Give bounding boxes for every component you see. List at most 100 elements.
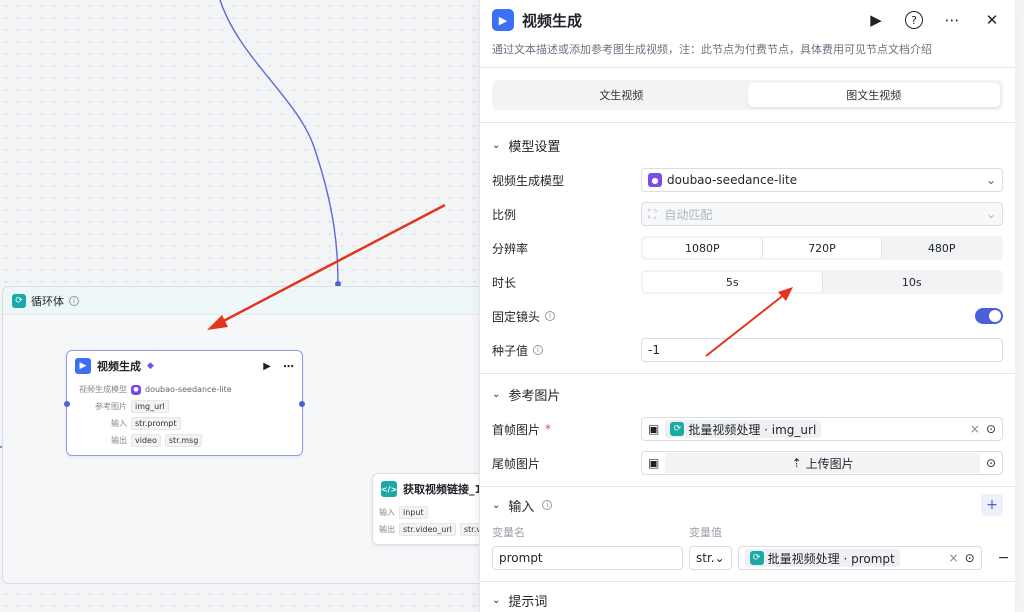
run-node-icon[interactable]: ▶ (263, 361, 271, 372)
model-icon: ● (648, 173, 662, 187)
fixed-camera-toggle[interactable] (975, 308, 1003, 324)
field-label: 固定镜头 (492, 309, 541, 324)
resolution-option[interactable]: 720P (762, 238, 883, 258)
ratio-select[interactable]: ⛶ 自动匹配 ⌄ (641, 202, 1003, 226)
mode-tabs: 文生视频 图文生视频 (492, 80, 1003, 110)
upload-icon: ⇡ (791, 456, 802, 470)
field-label: 比例 (492, 207, 517, 222)
section-title: 参考图片 (508, 388, 561, 404)
seed-input[interactable]: -1 (641, 338, 1003, 362)
clear-icon[interactable]: × (970, 422, 980, 436)
duration-option[interactable]: 5s (643, 272, 823, 292)
target-icon[interactable]: ⊙ (986, 456, 996, 470)
run-icon[interactable]: ▶ (865, 9, 887, 31)
field-label: 种子值 (492, 343, 529, 358)
section-title: 模型设置 (508, 139, 561, 155)
column-label: 变量值 (689, 526, 722, 539)
chevron-down-icon[interactable]: ⌄ (492, 140, 500, 151)
variable-ref: ⟳ 批量视频处理 · img_url (665, 420, 822, 438)
video-icon: ▶ (75, 358, 91, 374)
row-value: str.video_url (399, 523, 456, 536)
info-icon[interactable]: i (533, 345, 544, 355)
panel-description: 通过文本描述或添加参考图生成视频，注：此节点为付费节点，具体费用可见节点文档介绍 (480, 40, 1015, 68)
variable-ref: ⟳ 批量视频处理 · prompt (744, 549, 900, 567)
field-label: 视频生成模型 (492, 173, 565, 188)
output-port[interactable] (299, 401, 305, 407)
variable-ref-label: 批量视频处理 · img_url (688, 422, 817, 437)
first-frame-field[interactable]: ▣ ⟳ 批量视频处理 · img_url × ⊙ (641, 417, 1003, 441)
clear-icon[interactable]: × (949, 551, 959, 565)
loop-title: 循环体 (31, 294, 64, 308)
field-label: 尾帧图片 (492, 456, 541, 471)
get-video-link-node[interactable]: </> 获取视频链接_1 输入 input 输出 str.video_url s… (372, 473, 492, 545)
premium-badge-icon: ◆ (147, 361, 154, 371)
required-mark: * (545, 422, 552, 436)
row-value: img_url (131, 400, 169, 413)
upload-button[interactable]: ⇡ 上传图片 (665, 453, 980, 473)
row-label: 输入 (111, 419, 127, 428)
chevron-down-icon[interactable]: ⌄ (492, 500, 500, 511)
add-input-button[interactable]: + (981, 494, 1003, 516)
video-icon: ▶ (492, 9, 514, 31)
type-value: str. (696, 551, 715, 565)
row-label: 参考图片 (95, 402, 127, 411)
help-icon[interactable]: ? (905, 11, 923, 29)
row-label: 视频生成模型 (79, 385, 127, 394)
row-label: 输入 (379, 508, 395, 517)
info-icon[interactable]: i (545, 311, 556, 321)
chevron-down-icon: ⌄ (985, 207, 996, 221)
column-label: 变量名 (492, 526, 525, 539)
close-icon[interactable]: ✕ (981, 9, 1003, 31)
loop-icon: ⟳ (670, 422, 685, 436)
target-icon[interactable]: ⊙ (965, 551, 975, 565)
field-label: 分辨率 (492, 241, 529, 256)
section-title: 输入 (508, 499, 535, 515)
row-value: doubao-seedance-lite (145, 385, 232, 394)
target-icon[interactable]: ⊙ (986, 422, 996, 436)
resolution-option[interactable]: 480P (882, 238, 1001, 258)
tab-image-text-to-video[interactable]: 图文生视频 (747, 83, 1000, 107)
model-value: doubao-seedance-lite (667, 173, 798, 187)
expand-icon: ⛶ (648, 206, 657, 221)
info-icon[interactable]: i (69, 295, 79, 306)
video-generation-node[interactable]: ▶ 视频生成 ◆ ▶ ⋯ 视频生成模型 ● doubao-seedance-li… (64, 350, 305, 456)
row-value: video (131, 434, 161, 447)
node-title: 视频生成 (97, 360, 141, 373)
type-select[interactable]: str. ⌄ (689, 546, 732, 570)
row-label: 输出 (111, 436, 127, 445)
variable-name-input[interactable]: prompt (492, 546, 683, 570)
variable-ref-label: 批量视频处理 · prompt (767, 551, 895, 566)
loop-icon: ⟳ (749, 551, 764, 565)
duration-option[interactable]: 10s (823, 272, 1002, 292)
resolution-option[interactable]: 1080P (643, 238, 763, 258)
panel-title: 视频生成 (522, 11, 583, 30)
remove-row-icon[interactable]: − (998, 550, 1010, 566)
chevron-down-icon[interactable]: ⌄ (492, 389, 500, 400)
chevron-down-icon: ⌄ (985, 173, 996, 187)
node-more-icon[interactable]: ⋯ (283, 360, 294, 373)
row-label: 输出 (379, 525, 395, 534)
variable-value-field[interactable]: ⟳ 批量视频处理 · prompt × ⊙ (737, 546, 982, 570)
model-select[interactable]: ● doubao-seedance-lite ⌄ (641, 168, 1003, 192)
row-value: str.msg (164, 434, 203, 447)
tab-text-to-video[interactable]: 文生视频 (495, 83, 748, 107)
input-port[interactable] (64, 401, 70, 407)
node-settings-panel: ▶ 视频生成 ▶ ? ⋯ ✕ 通过文本描述或添加参考图生成视频，注：此节点为付费… (479, 0, 1015, 612)
image-icon: ▣ (648, 456, 660, 470)
image-icon: ▣ (648, 422, 660, 436)
ratio-value: 自动匹配 (664, 207, 713, 222)
duration-options: 5s 10s (641, 270, 1003, 294)
more-icon[interactable]: ⋯ (941, 9, 963, 31)
code-icon: </> (381, 481, 397, 497)
chevron-down-icon: ⌄ (714, 551, 725, 565)
field-label: 时长 (492, 275, 517, 290)
node-title: 获取视频链接_1 (403, 483, 483, 496)
section-title: 提示词 (508, 594, 548, 610)
chevron-down-icon[interactable]: ⌄ (492, 595, 500, 606)
loop-icon: ⟳ (12, 293, 26, 308)
info-icon[interactable]: i (542, 500, 553, 510)
resolution-options: 1080P 720P 480P (641, 236, 1003, 260)
row-value: input (399, 506, 428, 519)
last-frame-field[interactable]: ▣ ⇡ 上传图片 ⊙ (641, 451, 1003, 475)
row-value: str.prompt (131, 417, 181, 430)
